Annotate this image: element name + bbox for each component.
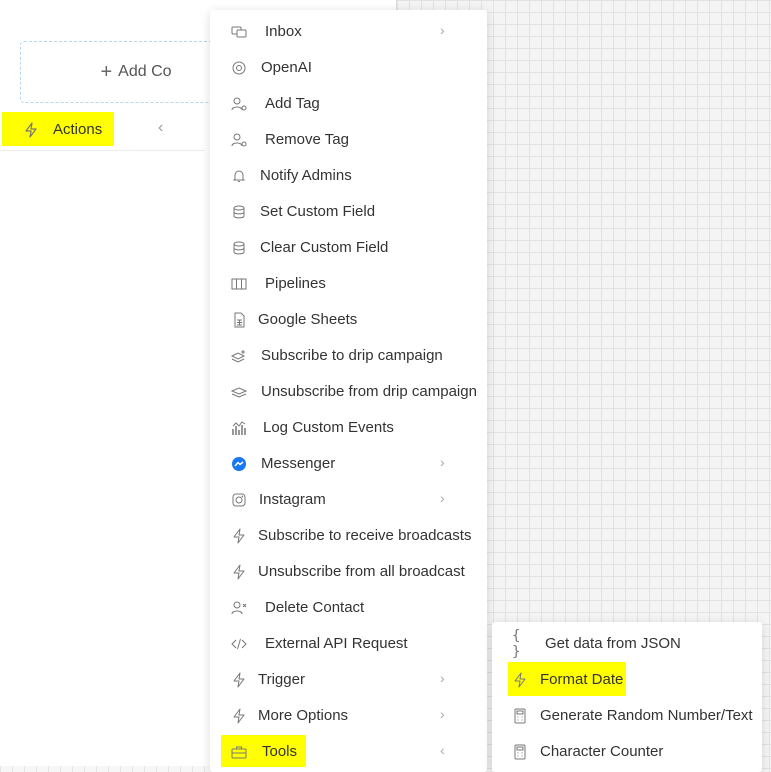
menu-item-tools[interactable]: Tools ‹ <box>210 734 487 770</box>
openai-icon <box>230 59 248 77</box>
bolt-icon <box>512 672 528 688</box>
actions-label: Actions <box>53 121 103 138</box>
columns-icon <box>230 275 248 293</box>
menu-item-unsubscribe-drip[interactable]: Unsubscribe from drip campaign <box>210 374 487 410</box>
menu-item-label: Subscribe to drip campaign <box>261 347 443 364</box>
chevron-right-icon: › <box>440 22 445 38</box>
menu-item-label: Trigger <box>258 671 305 688</box>
menu-item-label: Log Custom Events <box>263 419 394 436</box>
chevron-left-icon[interactable]: ‹ <box>158 119 163 137</box>
plus-icon: + <box>100 60 113 83</box>
chat-icon <box>230 23 248 41</box>
submenu-item-label: Format Date <box>540 671 624 688</box>
layers-icon <box>230 383 248 401</box>
instagram-icon <box>230 491 248 509</box>
menu-item-delete-contact[interactable]: Delete Contact <box>210 590 487 626</box>
menu-item-label: Pipelines <box>265 275 326 292</box>
menu-item-label: Add Tag <box>265 95 320 112</box>
menu-item-label: External API Request <box>265 635 408 652</box>
menu-item-label: Google Sheets <box>258 311 358 328</box>
menu-item-label: Inbox <box>265 23 302 40</box>
menu-item-label: Clear Custom Field <box>260 239 389 256</box>
actions-header[interactable]: Actions ‹ <box>0 108 205 151</box>
chevron-right-icon: › <box>440 670 445 686</box>
menu-item-google-sheets[interactable]: Google Sheets <box>210 302 487 338</box>
code-icon <box>230 635 248 653</box>
bolt-icon <box>230 671 248 689</box>
submenu-item-format-date[interactable]: Format Date <box>492 662 762 698</box>
menu-item-unsubscribe-broadcast[interactable]: Unsubscribe from all broadcast <box>210 554 487 590</box>
menu-item-set-custom-field[interactable]: Set Custom Field <box>210 194 487 230</box>
chevron-right-icon: › <box>440 454 445 470</box>
menu-item-subscribe-broadcasts[interactable]: Subscribe to receive broadcasts <box>210 518 487 554</box>
menu-item-label: Instagram <box>259 491 326 508</box>
menu-item-openai[interactable]: OpenAI <box>210 50 487 86</box>
chevron-right-icon: › <box>440 490 445 506</box>
bolt-icon <box>24 122 38 141</box>
menu-item-external-api[interactable]: External API Request <box>210 626 487 662</box>
menu-item-more-options[interactable]: More Options › <box>210 698 487 734</box>
chevron-right-icon: › <box>440 706 445 722</box>
toolbox-icon <box>230 743 248 761</box>
database-icon <box>230 203 248 221</box>
braces-icon: { } <box>512 628 521 660</box>
menu-item-clear-custom-field[interactable]: Clear Custom Field <box>210 230 487 266</box>
user-tag-icon <box>230 95 248 113</box>
submenu-item-label: Get data from JSON <box>545 635 681 652</box>
menu-item-notify-admins[interactable]: Notify Admins <box>210 158 487 194</box>
messenger-icon <box>230 455 248 473</box>
menu-item-label: Notify Admins <box>260 167 352 184</box>
bolt-icon <box>230 563 248 581</box>
menu-item-label: Tools <box>262 743 298 760</box>
menu-item-label: Remove Tag <box>265 131 349 148</box>
menu-item-inbox[interactable]: Inbox › <box>210 14 487 50</box>
actions-dropdown-menu: Inbox › OpenAI Add Tag Remove Tag Notify… <box>210 10 487 772</box>
menu-item-label: Unsubscribe from drip campaign <box>261 383 477 400</box>
layers-plus-icon <box>230 347 248 365</box>
user-x-icon <box>230 599 248 617</box>
menu-item-log-custom-events[interactable]: Log Custom Events <box>210 410 487 446</box>
submenu-item-character-counter[interactable]: Character Counter <box>492 734 762 770</box>
bolt-icon <box>230 527 248 545</box>
submenu-item-label: Generate Random Number/Text <box>540 707 753 724</box>
left-panel: + Add Co Actions ‹ <box>0 0 252 766</box>
menu-item-instagram[interactable]: Instagram › <box>210 482 487 518</box>
calculator-icon <box>512 744 528 760</box>
user-tag-icon <box>230 131 248 149</box>
tools-submenu: { } Get data from JSON Format Date Gener… <box>492 622 762 772</box>
chevron-left-icon: ‹ <box>440 742 445 758</box>
sheet-icon <box>230 311 248 329</box>
menu-item-label: More Options <box>258 707 349 724</box>
menu-item-label: Unsubscribe from all broadcast <box>258 563 465 580</box>
menu-item-remove-tag[interactable]: Remove Tag <box>210 122 487 158</box>
menu-item-subscribe-drip[interactable]: Subscribe to drip campaign <box>210 338 487 374</box>
bolt-icon <box>230 707 248 725</box>
menu-item-label: Delete Contact <box>265 599 365 616</box>
calculator-icon <box>512 708 528 724</box>
menu-item-pipelines[interactable]: Pipelines <box>210 266 487 302</box>
menu-item-label: OpenAI <box>261 59 312 76</box>
bell-icon <box>230 167 248 185</box>
submenu-item-get-data-json[interactable]: { } Get data from JSON <box>492 626 762 662</box>
menu-item-label: Messenger <box>261 455 336 472</box>
menu-item-add-tag[interactable]: Add Tag <box>210 86 487 122</box>
menu-item-label: Subscribe to receive broadcasts <box>258 527 472 544</box>
menu-item-label: Set Custom Field <box>260 203 376 220</box>
database-icon <box>230 239 248 257</box>
submenu-item-random-number[interactable]: Generate Random Number/Text <box>492 698 762 734</box>
add-contact-label: Add Co <box>118 63 172 80</box>
submenu-item-label: Character Counter <box>540 743 664 760</box>
chart-icon <box>230 419 248 437</box>
menu-item-messenger[interactable]: Messenger › <box>210 446 487 482</box>
menu-item-trigger[interactable]: Trigger › <box>210 662 487 698</box>
